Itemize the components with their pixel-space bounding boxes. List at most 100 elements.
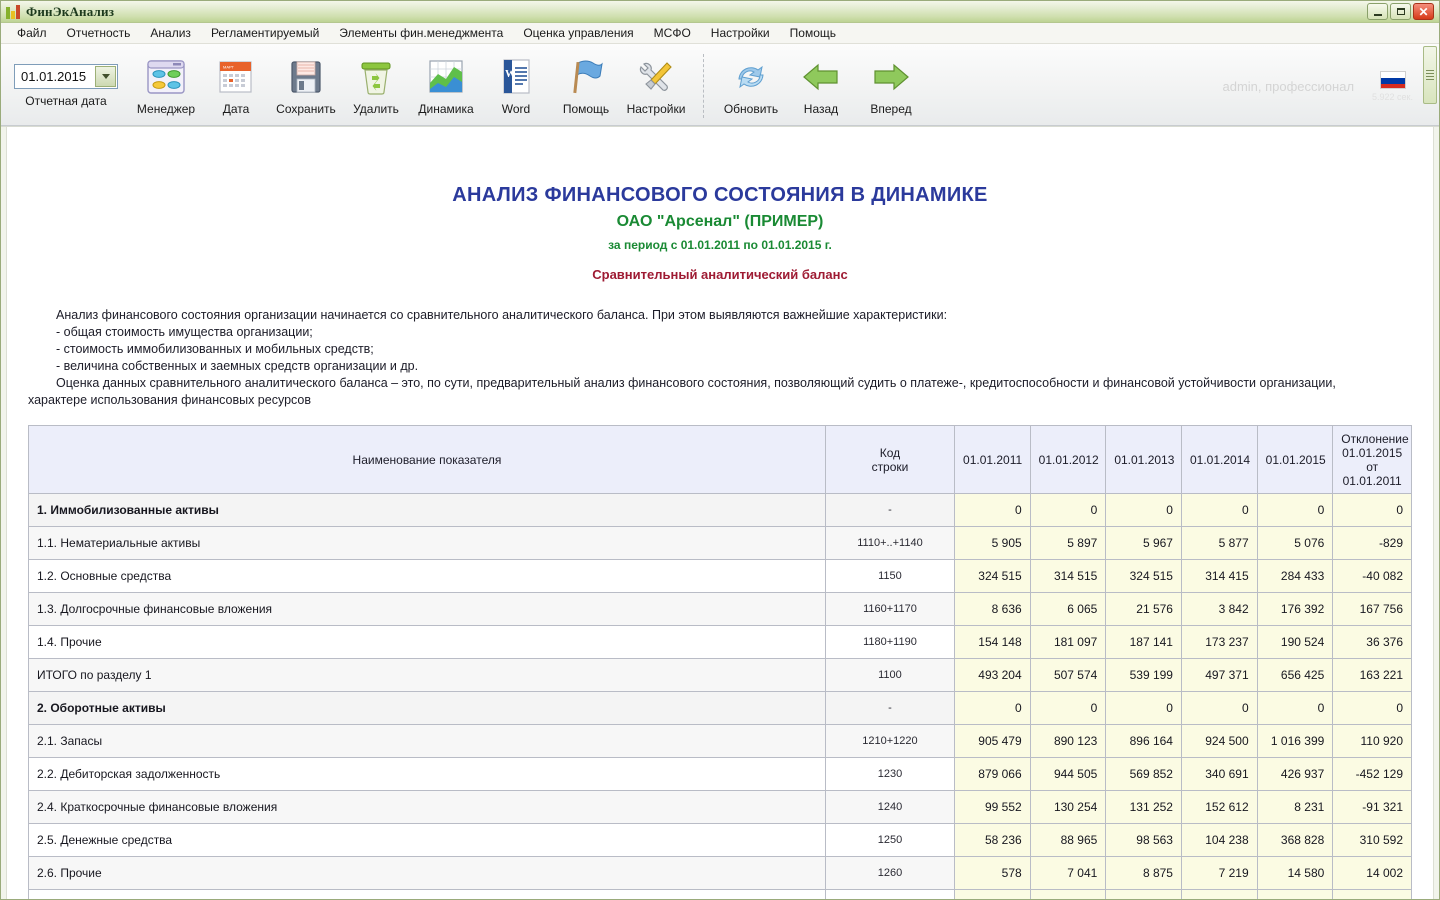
current-user-label: admin, профессионал <box>1222 78 1355 94</box>
cell-indicator-name: 1.3. Долгосрочные финансовые вложения <box>28 592 826 626</box>
menu-item-reporting[interactable]: Отчетность <box>57 24 141 42</box>
arrow-right-icon <box>871 54 911 100</box>
toolbar-button-label: Настройки <box>626 102 686 116</box>
menu-item-analysis[interactable]: Анализ <box>140 24 201 42</box>
minimize-button[interactable] <box>1367 3 1388 20</box>
menu-item-file[interactable]: Файл <box>7 24 57 42</box>
cell-line-code: 1180+1190 <box>824 625 956 659</box>
toolbar-collapse-handle[interactable] <box>1423 46 1437 104</box>
toolbar-button-save[interactable]: Сохранить <box>271 48 341 116</box>
intro-bullet-1: - общая стоимость имущества организации; <box>56 325 313 339</box>
wrench-screwdriver-icon <box>635 54 677 100</box>
table-row[interactable]: 2.4. Краткосрочные финансовые вложения 12… <box>28 790 1412 824</box>
intro-bullet-3: - величина собственных и заемных средств… <box>56 359 419 373</box>
cell-line-code: 1150 <box>824 559 956 593</box>
toolbar-right-section: admin, профессионал 5.922 сек. <box>1222 48 1439 124</box>
toolbar-button-delete[interactable]: Удалить <box>341 48 411 116</box>
floppy-disk-icon <box>287 54 325 100</box>
close-button[interactable]: ✕ <box>1413 3 1434 20</box>
cell-year-value: 905 479 <box>954 724 1031 758</box>
cell-indicator-name: 1.2. Основные средства <box>28 559 826 593</box>
cell-year-value: 497 371 <box>1180 658 1258 692</box>
toolbar-button-manager[interactable]: Менеджер <box>131 48 201 116</box>
menu-bar: Файл Отчетность Анализ Регламентируемый … <box>1 23 1439 44</box>
toolbar-button-word[interactable]: W Word <box>481 48 551 116</box>
cell-year-value: 314 415 <box>1180 559 1258 593</box>
cell-year-value: 569 852 <box>1105 757 1182 791</box>
cell-indicator-name: 2.1. Запасы <box>28 724 826 758</box>
cell-deviation-value: -40 082 <box>1332 559 1412 593</box>
toolbar-button-dynamics[interactable]: Динамика <box>411 48 481 116</box>
cell-year-value: 5 076 <box>1256 526 1334 560</box>
table-row[interactable]: 1.3. Долгосрочные финансовые вложения 116… <box>28 592 1412 626</box>
toolbar-button-forward[interactable]: Вперед <box>856 48 926 116</box>
cell-year-value: 0 <box>1180 691 1258 725</box>
cell-year-value: 98 563 <box>1105 823 1182 857</box>
cell-indicator-name: 2.4. Краткосрочные финансовые вложения <box>28 790 826 824</box>
table-row[interactable]: 2. Оборотные активы -0 0 0 0 0 0 <box>28 691 1412 725</box>
menu-item-regulated[interactable]: Регламентируемый <box>201 24 329 42</box>
menu-item-ifrs[interactable]: МСФО <box>644 24 701 42</box>
column-header-code-line2: строки <box>871 459 909 474</box>
chevron-down-icon[interactable] <box>95 66 116 87</box>
toolbar-button-date[interactable]: МАРТ Дата <box>201 48 271 116</box>
cell-line-code: 1240 <box>824 790 956 824</box>
russia-flag-icon <box>1379 70 1406 89</box>
cell-year-value: 426 937 <box>1256 757 1334 791</box>
toolbar-button-help[interactable]: Помощь <box>551 48 621 116</box>
toolbar-button-back[interactable]: Назад <box>786 48 856 116</box>
window-title: ФинЭкАнализ <box>26 3 115 19</box>
cell-indicator-name: 1.1. Нематериальные активы <box>28 526 826 560</box>
toolbar-button-settings[interactable]: Настройки <box>621 48 691 116</box>
toolbar-button-label: Обновить <box>723 102 779 116</box>
report-date-input[interactable]: 01.01.2015 <box>14 64 118 89</box>
cell-year-value: 3 842 <box>1180 592 1258 626</box>
table-row[interactable]: 2.1. Запасы 1210+1220 905 479 890 123 896 16… <box>28 724 1412 758</box>
toolbar-nav-buttons: Обновить Назад Вперед <box>716 48 926 116</box>
chart-bars-icon <box>5 4 21 20</box>
cell-year-value: 8 875 <box>1105 856 1182 890</box>
toolbar-button-label: Удалить <box>353 102 399 116</box>
table-header: Наименование показателя Код строки 01.01… <box>28 425 1412 494</box>
comparative-balance-table: Наименование показателя Код строки 01.01… <box>28 425 1412 899</box>
blue-flag-icon <box>566 54 606 100</box>
cell-year-value: 131 252 <box>1105 790 1182 824</box>
cell-year-value: 190 524 <box>1256 625 1334 659</box>
cell-year-value: 340 691 <box>1180 757 1258 791</box>
report-period: за период с 01.01.2011 по 01.01.2015 г. <box>608 238 832 252</box>
table-row[interactable]: 2.2. Дебиторская задолженность 1230 879 06… <box>28 757 1412 791</box>
menu-item-help[interactable]: Помощь <box>780 24 846 42</box>
cell-indicator-name: 2.6. Прочие <box>28 856 826 890</box>
table-row[interactable]: 1.2. Основные средства 1150 324 515 314 515… <box>28 559 1412 593</box>
cell-year-value: 187 141 <box>1105 625 1182 659</box>
toolbar-separator <box>703 54 704 118</box>
cell-year-value: 21 576 <box>1105 592 1182 626</box>
table-row[interactable]: ИТОГО по разделу 1 1100 493 204 507 574 539 … <box>28 658 1412 692</box>
table-row[interactable]: 1.4. Прочие 1180+1190 154 148 181 097 187 14… <box>28 625 1412 659</box>
menu-item-mgmt-eval[interactable]: Оценка управления <box>513 24 643 42</box>
cell-year-value: 0 <box>954 493 1031 527</box>
application-window: ФинЭкАнализ ✕ Файл Отчетность Анализ Рег… <box>0 0 1440 900</box>
maximize-button[interactable] <box>1390 3 1411 20</box>
table-row[interactable]: 1.1. Нематериальные активы 1110+..+1140 5 … <box>28 526 1412 560</box>
table-row[interactable]: 2.6. Прочие 1260 578 7 041 8 875 7 219 14 580 1… <box>28 856 1412 890</box>
table-row[interactable]: 1. Иммобилизованные активы -0 0 0 0 0 0 <box>28 493 1412 527</box>
title-bar: ФинЭкАнализ ✕ <box>1 1 1439 23</box>
deviation-line3: от <box>1366 459 1379 474</box>
cell-year-value: 7 041 <box>1029 856 1107 890</box>
language-selector[interactable]: 5.922 сек. <box>1372 70 1413 102</box>
report-document: АНАЛИЗ ФИНАНСОВОГО СОСТОЯНИЯ В ДИНАМИКЕ … <box>8 127 1432 899</box>
cell-year-value: 493 204 <box>954 658 1031 692</box>
cell-indicator-name: 2. Оборотные активы <box>28 691 826 725</box>
cell-line-code: 1230 <box>824 757 956 791</box>
intro-paragraph: Анализ финансового состояния организации… <box>28 307 1412 409</box>
table-row[interactable]: ИТОГО по разделу 212001 942 9112 060 888… <box>28 889 1412 899</box>
page-title: АНАЛИЗ ФИНАНСОВОГО СОСТОЯНИЯ В ДИНАМИКЕ <box>452 184 988 206</box>
cell-year-value: 0 <box>1105 493 1182 527</box>
menu-item-settings[interactable]: Настройки <box>701 24 780 42</box>
menu-item-fin-mgmt[interactable]: Элементы фин.менеджмента <box>329 24 513 42</box>
table-row[interactable]: 2.5. Денежные средства 1250 58 236 88 965 98… <box>28 823 1412 857</box>
cell-year-value: 5 967 <box>1105 526 1182 560</box>
toolbar-button-refresh[interactable]: Обновить <box>716 48 786 116</box>
svg-text:МАРТ: МАРТ <box>223 65 234 70</box>
